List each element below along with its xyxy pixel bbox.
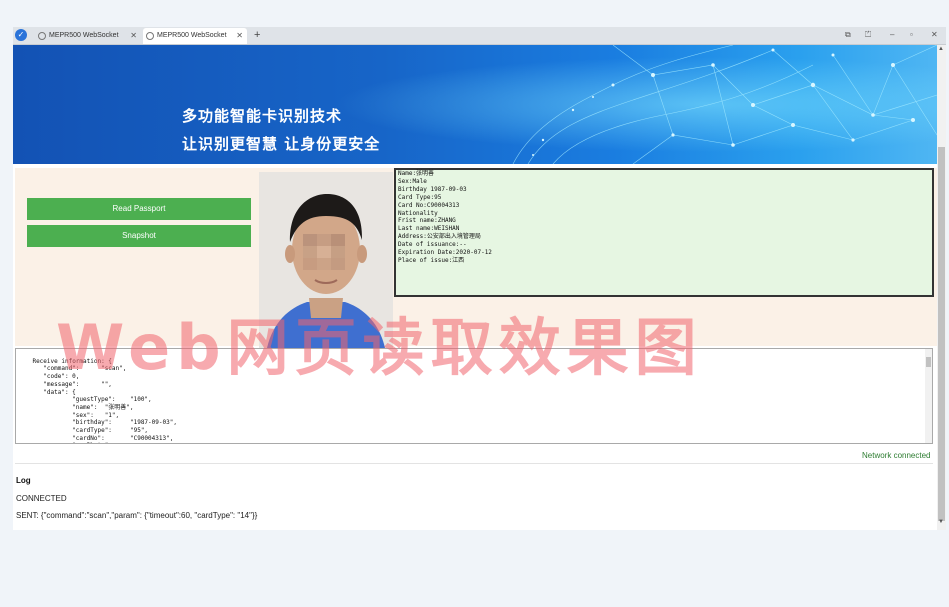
globe-icon — [38, 32, 46, 40]
network-status: Network connected — [862, 451, 931, 460]
textarea-scrollbar[interactable] — [925, 349, 932, 443]
new-tab-button[interactable]: + — [254, 27, 260, 43]
globe-icon — [146, 32, 154, 40]
tab-websocket-1[interactable]: MEPR500 WebSocket ✕ — [35, 28, 141, 44]
banner: 多功能智能卡识别技术 让识别更智慧 让身份更安全 — [13, 45, 937, 164]
tab-bar: ✓ MEPR500 WebSocket ✕ MEPR500 WebSocket … — [13, 27, 946, 45]
maximize-button[interactable]: ▫ — [910, 27, 913, 43]
scrollbar-thumb[interactable] — [938, 147, 945, 521]
tab-websocket-2[interactable]: MEPR500 WebSocket ✕ — [143, 28, 247, 44]
log-line: SENT: {"command":"scan","param": {"timeo… — [16, 511, 258, 520]
log-line: CONNECTED — [16, 494, 67, 503]
pin-icon[interactable]: ⏍ — [865, 27, 871, 43]
banner-subheadline: 让识别更智慧 让身份更安全 — [182, 135, 381, 153]
page-scrollbar[interactable]: ▲ ▼ — [937, 45, 946, 530]
tech-network-graphic — [13, 45, 937, 164]
divider — [15, 463, 933, 464]
restore-tabs-icon[interactable]: ⧉ — [845, 27, 851, 43]
minimize-button[interactable]: – — [890, 27, 894, 43]
log-title: Log — [16, 476, 31, 485]
tab-label: MEPR500 WebSocket — [157, 32, 227, 39]
close-tab-icon[interactable]: ✕ — [236, 28, 243, 44]
watermark: Web网页读取效果图 — [56, 311, 703, 384]
browser-window: ✓ MEPR500 WebSocket ✕ MEPR500 WebSocket … — [13, 27, 946, 530]
tab-label: MEPR500 WebSocket — [49, 32, 119, 39]
close-tab-icon[interactable]: ✕ — [130, 28, 137, 44]
banner-headline: 多功能智能卡识别技术 — [182, 107, 343, 125]
snapshot-button[interactable]: Snapshot — [27, 225, 251, 247]
scroll-down-icon[interactable]: ▼ — [938, 519, 944, 525]
read-passport-button[interactable]: Read Passport — [27, 198, 251, 220]
shield-icon[interactable]: ✓ — [15, 29, 27, 41]
scroll-up-icon[interactable]: ▲ — [938, 46, 944, 52]
close-window-button[interactable]: ✕ — [931, 27, 938, 43]
card-info-box: Name:张明善 Sex:Male Birthday 1987-09-03 Ca… — [394, 168, 934, 297]
